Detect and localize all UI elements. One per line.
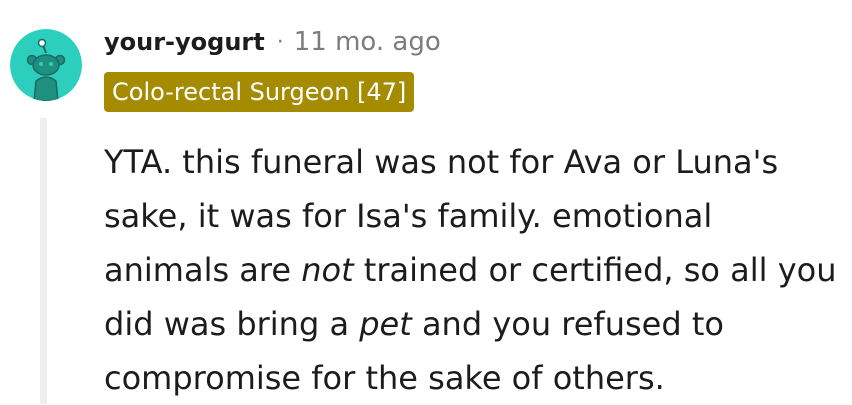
user-avatar-icon[interactable] xyxy=(10,29,82,101)
user-flair-badge: Colo-rectal Surgeon [47] xyxy=(104,72,415,112)
comment-body-emphasis: pet xyxy=(359,305,412,343)
comment-body-emphasis: not xyxy=(301,251,354,289)
comment-header: your-yogurt · 11 mo. ago xyxy=(104,22,441,62)
comment: your-yogurt · 11 mo. ago Colo-rectal Sur… xyxy=(0,0,852,404)
thread-collapse-line[interactable] xyxy=(40,118,47,404)
username-link[interactable]: your-yogurt xyxy=(104,28,265,56)
meta-separator: · xyxy=(276,29,284,55)
comment-body: YTA. this funeral was not for Ava or Lun… xyxy=(104,135,839,405)
comment-timestamp[interactable]: 11 mo. ago xyxy=(294,27,441,57)
snoo-avatar-icon xyxy=(10,29,82,101)
